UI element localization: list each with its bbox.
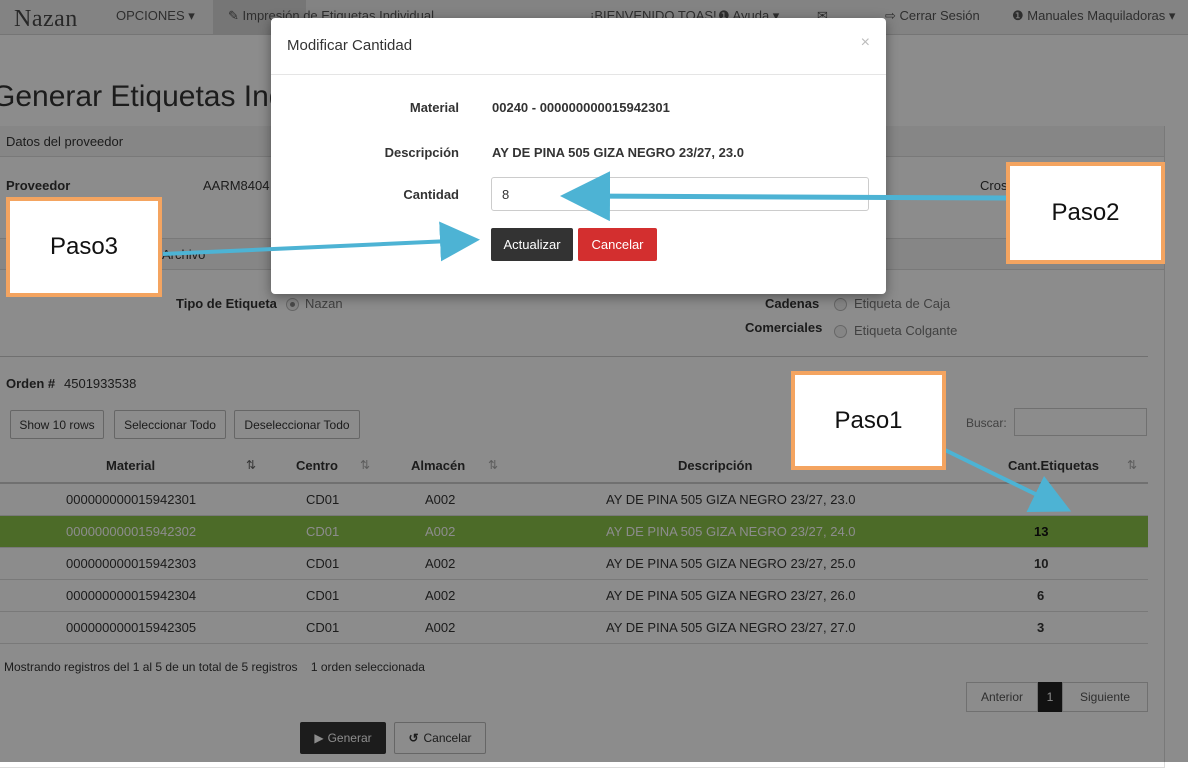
arrow-paso3 bbox=[162, 221, 480, 262]
arrow-paso2 bbox=[560, 171, 1007, 222]
arrow-paso1 bbox=[944, 448, 1072, 512]
callout-paso2: Paso2 bbox=[1006, 162, 1165, 264]
callout-paso3: Paso3 bbox=[6, 197, 162, 297]
annotation-arrows bbox=[162, 171, 1072, 512]
callout-paso1: Paso1 bbox=[791, 371, 946, 470]
